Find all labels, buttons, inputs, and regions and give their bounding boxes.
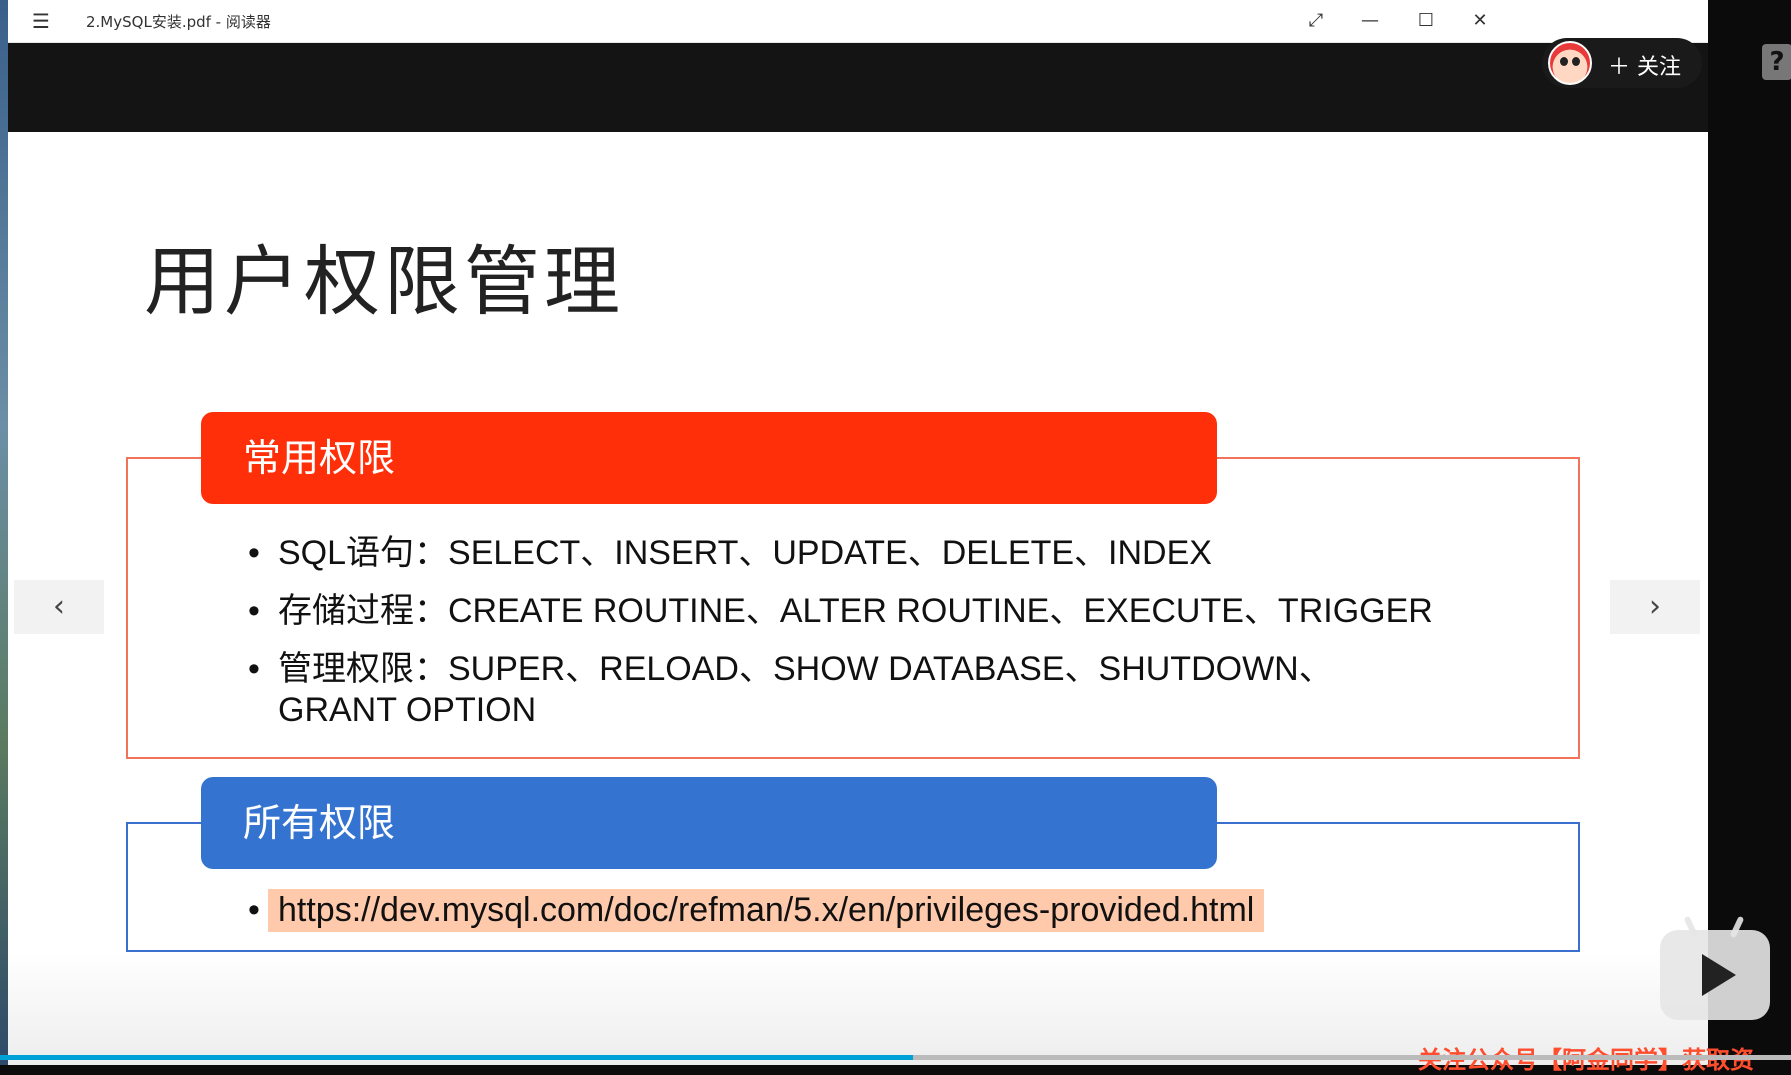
list-item: SQL语句：SELECT、INSERT、UPDATE、DELETE、INDEX xyxy=(244,524,1433,582)
title-bar: ☰ 2.MySQL安装.pdf - 阅读器 ⤢ — ☐ ✕ xyxy=(8,0,1708,43)
maximize-button[interactable]: ☐ xyxy=(1406,6,1446,36)
uploader-avatar[interactable] xyxy=(1548,41,1592,85)
hamburger-menu-icon[interactable]: ☰ xyxy=(28,10,54,32)
bullet-icon: • xyxy=(248,891,260,929)
help-icon[interactable]: ? xyxy=(1762,44,1791,80)
video-progress-fill xyxy=(0,1055,913,1060)
page-title: 用户权限管理 xyxy=(144,237,624,326)
toolbar-band xyxy=(8,43,1708,132)
list-item: 管理权限：SUPER、RELOAD、SHOW DATABASE、SHUTDOWN… xyxy=(244,640,1433,698)
privilege-list: SQL语句：SELECT、INSERT、UPDATE、DELETE、INDEX … xyxy=(244,524,1433,734)
avatar-eye-icon xyxy=(1560,57,1568,66)
reader-window: ☰ 2.MySQL安装.pdf - 阅读器 ⤢ — ☐ ✕ 用户权限管理 常用权… xyxy=(8,0,1708,1065)
avatar-eye-icon xyxy=(1572,57,1580,66)
common-privileges-heading: 常用权限 xyxy=(201,412,1217,504)
list-item: 存储过程：CREATE ROUTINE、ALTER ROUTINE、EXECUT… xyxy=(244,582,1433,640)
prev-page-button[interactable]: ‹ xyxy=(14,580,104,634)
next-page-button[interactable]: › xyxy=(1610,580,1700,634)
follow-button[interactable]: ＋ 关注 xyxy=(1542,38,1702,88)
expand-icon[interactable]: ⤢ xyxy=(1296,6,1336,36)
close-button[interactable]: ✕ xyxy=(1460,6,1500,36)
pdf-page: 用户权限管理 常用权限 SQL语句：SELECT、INSERT、UPDATE、D… xyxy=(8,132,1708,1065)
all-privileges-heading: 所有权限 xyxy=(201,777,1217,869)
follow-label: ＋ 关注 xyxy=(1608,55,1681,80)
play-ear-icon xyxy=(1729,915,1745,939)
privileges-doc-link[interactable]: https://dev.mysql.com/doc/refman/5.x/en/… xyxy=(268,889,1265,932)
window-title: 2.MySQL安装.pdf - 阅读器 xyxy=(86,13,271,31)
play-button[interactable] xyxy=(1660,915,1770,1020)
minimize-button[interactable]: — xyxy=(1350,6,1390,36)
desktop-background xyxy=(0,0,8,1065)
